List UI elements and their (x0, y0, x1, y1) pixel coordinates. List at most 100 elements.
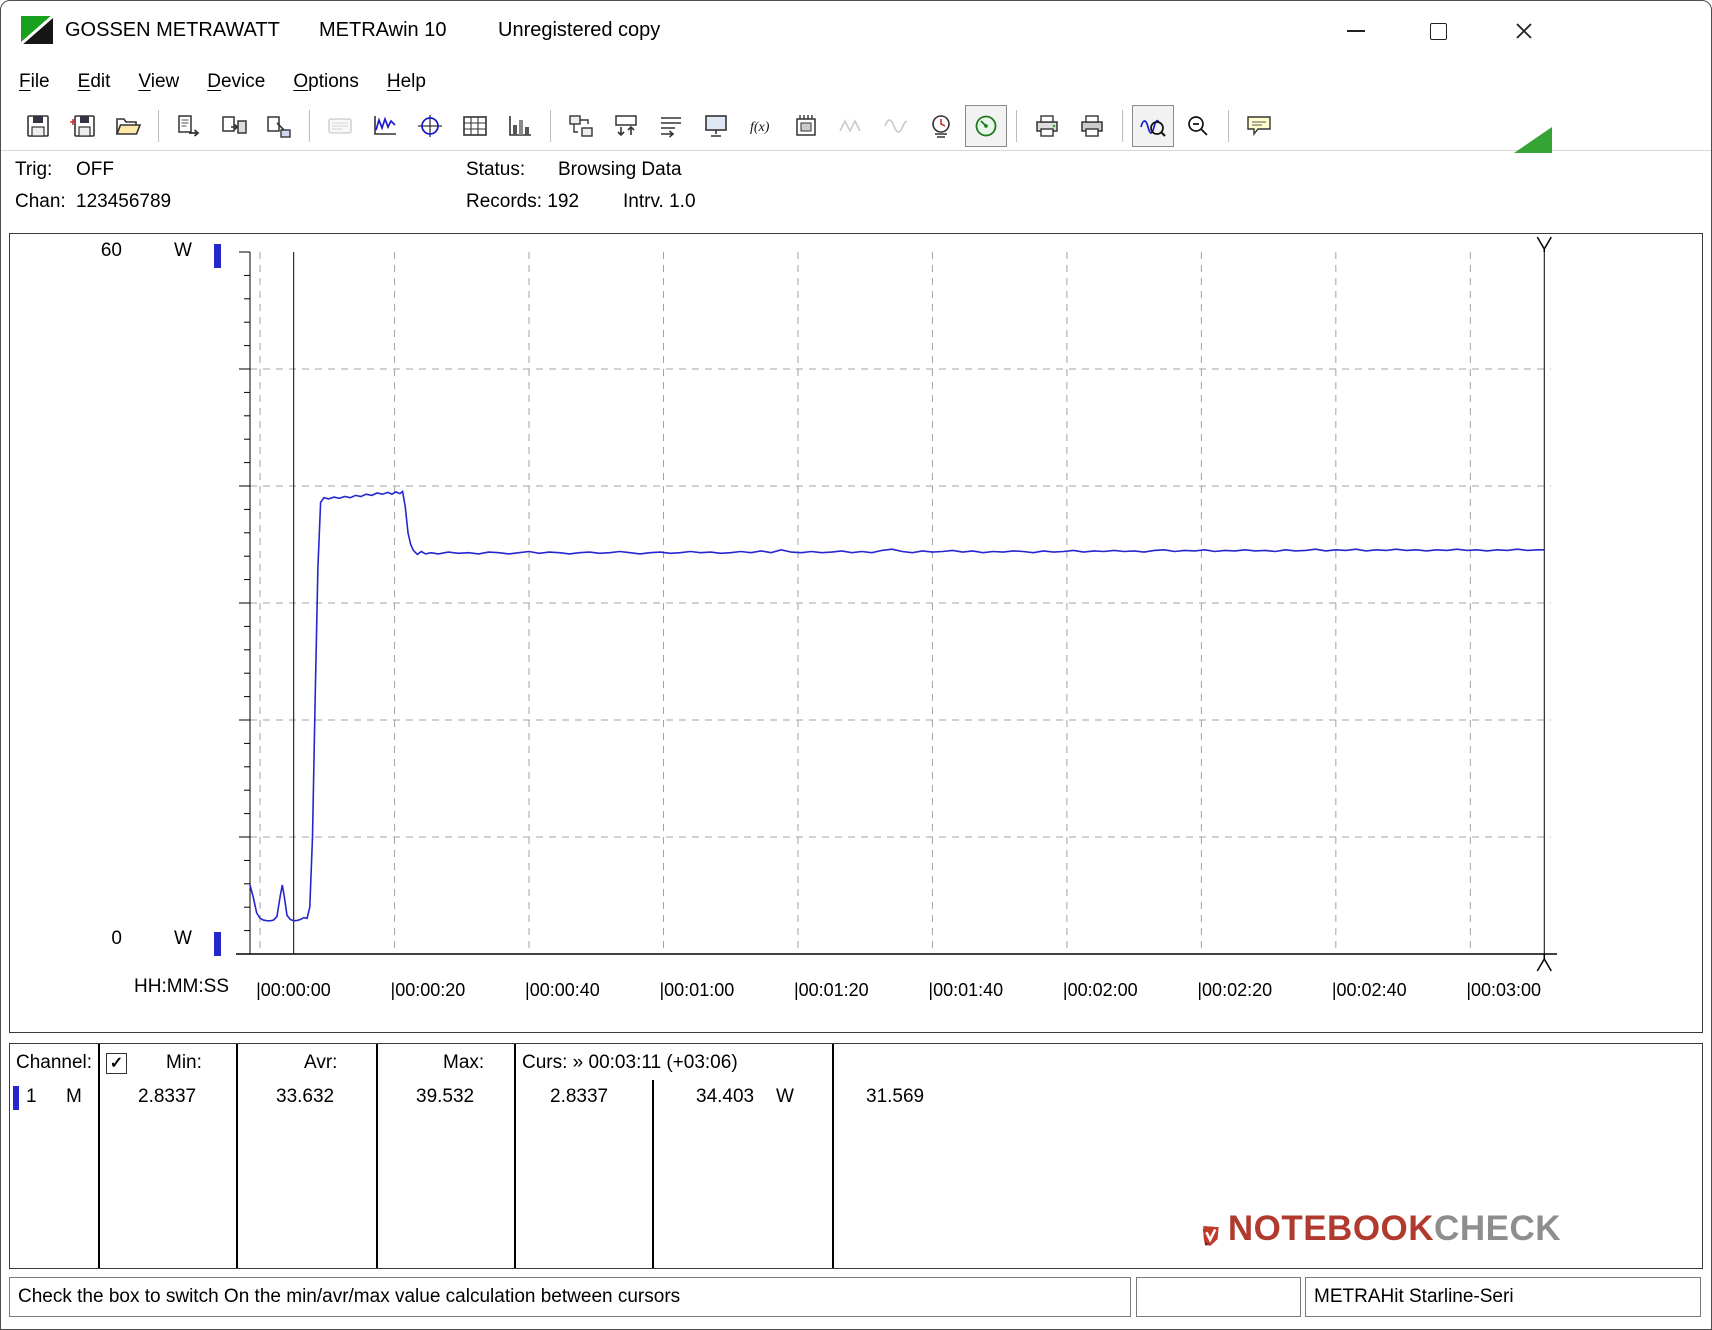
display-curve-icon (371, 113, 399, 139)
x-axis-labels: |00:00:00|00:00:20|00:00:40|00:01:00|00:… (256, 980, 1541, 1000)
title-bar: GOSSEN METRAWATT METRAwin 10 Unregistere… (1, 1, 1711, 63)
display-table-button[interactable] (454, 105, 496, 147)
trigger-a-button (830, 105, 872, 147)
menu-view[interactable]: View (124, 63, 193, 101)
channel-visible-checkbox[interactable]: ✓ (106, 1053, 127, 1074)
chart-panel: 60 W 0 W HH:MM:SS |00:00:00|00:00:20|00:… (9, 233, 1703, 1033)
formula-button[interactable]: f(x) (740, 105, 782, 147)
channel-setup-button[interactable] (650, 105, 692, 147)
chart-grid (250, 252, 1551, 954)
display-histogram-icon (506, 113, 534, 139)
device-transfer-button[interactable] (605, 105, 647, 147)
zoom-reset-button[interactable] (1177, 105, 1219, 147)
chart-area[interactable]: |00:00:00|00:00:20|00:00:40|00:01:00|00:… (10, 234, 1702, 1032)
display-histogram-button[interactable] (499, 105, 541, 147)
power-chart: |00:00:00|00:00:20|00:00:40|00:01:00|00:… (10, 234, 1702, 1032)
save-button[interactable] (17, 105, 59, 147)
channel-setup-icon (657, 113, 685, 139)
status-hint-box: Check the box to switch On the min/avr/m… (9, 1277, 1131, 1317)
cursor-b-value: 34.403 (696, 1086, 754, 1108)
zoom-signal-button[interactable] (1132, 105, 1174, 147)
col-max-header: Max: (443, 1052, 484, 1074)
cursor-b-handle-bottom[interactable] (1537, 954, 1551, 971)
col-min-header: Min: (166, 1052, 202, 1074)
display-table-icon (461, 113, 489, 139)
svg-text:|00:03:00: |00:03:00 (1466, 980, 1541, 1000)
meter-readout-button[interactable] (920, 105, 962, 147)
menu-device[interactable]: Device (193, 63, 279, 101)
display-xy-button[interactable] (409, 105, 451, 147)
meter-readout-icon (927, 113, 955, 139)
toolbar-group (17, 105, 149, 147)
toolbar: f(x) (1, 101, 1711, 151)
print-icon (1078, 113, 1106, 139)
device-transfer-icon (612, 113, 640, 139)
power-trace (250, 492, 1544, 921)
minimize-button[interactable] (1333, 9, 1379, 53)
device-settings-icon (567, 113, 595, 139)
menu-options[interactable]: Options (279, 63, 372, 101)
cursor-b-handle-top[interactable] (1537, 237, 1551, 252)
table-divider (376, 1044, 378, 1268)
open-button[interactable] (107, 105, 149, 147)
memory-read-icon (792, 113, 820, 139)
check-icon: ✓ (110, 1056, 123, 1072)
table-divider (832, 1044, 834, 1268)
export-clipboard-button[interactable] (213, 105, 255, 147)
export-text-button[interactable] (168, 105, 210, 147)
close-button[interactable] (1501, 9, 1547, 53)
table-divider (98, 1044, 100, 1268)
open-icon (114, 113, 142, 139)
device-model-box: METRAHit Starline-Seri (1305, 1277, 1701, 1317)
display-numeric-button (319, 105, 361, 147)
notebookcheck-logo-icon (1201, 1197, 1220, 1275)
menu-file[interactable]: File (5, 63, 64, 101)
annotation-button[interactable] (1238, 105, 1280, 147)
menu-help[interactable]: Help (373, 63, 440, 101)
col-avr-header: Avr: (304, 1052, 337, 1074)
minimize-icon (1347, 30, 1365, 32)
table-divider (514, 1044, 516, 1268)
chan-value: 123456789 (76, 191, 171, 213)
trigger-b-button (875, 105, 917, 147)
maximize-icon (1430, 23, 1447, 40)
memory-read-button[interactable] (785, 105, 827, 147)
channel-mode: M (66, 1086, 82, 1108)
min-value: 2.8337 (138, 1086, 196, 1108)
toolbar-group (1132, 105, 1219, 147)
cursor-b-unit: W (776, 1086, 794, 1108)
records-label: Records: 192 (466, 191, 579, 213)
trig-value: OFF (76, 159, 114, 181)
export-file-icon (265, 113, 293, 139)
svg-text:|00:01:40: |00:01:40 (928, 980, 1003, 1000)
license-label: Unregistered copy (498, 19, 660, 42)
online-display-button[interactable] (695, 105, 737, 147)
device-settings-button[interactable] (560, 105, 602, 147)
print-button[interactable] (1071, 105, 1113, 147)
svg-text:|00:00:00: |00:00:00 (256, 980, 331, 1000)
interval-label: Intrv. 1.0 (623, 191, 696, 213)
status-value: Browsing Data (558, 159, 682, 181)
close-icon (1515, 22, 1533, 40)
display-xy-icon (416, 113, 444, 139)
menu-edit[interactable]: Edit (64, 63, 125, 101)
chan-label: Chan: (15, 191, 66, 213)
display-curve-button[interactable] (364, 105, 406, 147)
live-gauge-button[interactable] (965, 105, 1007, 147)
svg-text:|00:00:20: |00:00:20 (391, 980, 466, 1000)
y-scale-marker-top[interactable] (214, 244, 221, 268)
toolbar-separator (550, 110, 551, 142)
brand-title: GOSSEN METRAWATT (65, 19, 280, 42)
save-as-button[interactable] (62, 105, 104, 147)
export-file-button[interactable] (258, 105, 300, 147)
y-scale-marker-bottom[interactable] (214, 932, 221, 956)
metrawin-window: GOSSEN METRAWATT METRAwin 10 Unregistere… (0, 0, 1712, 1330)
print-preview-button[interactable] (1026, 105, 1068, 147)
maximize-button[interactable] (1415, 9, 1461, 53)
watermark-text: NOTEBOOKCHECK (1228, 1209, 1561, 1249)
status-empty-box (1136, 1277, 1301, 1317)
toolbar-separator (1016, 110, 1017, 142)
menu-bar: FileEditViewDeviceOptionsHelp (1, 63, 1711, 101)
online-display-icon (702, 113, 730, 139)
annotation-icon (1245, 113, 1273, 139)
